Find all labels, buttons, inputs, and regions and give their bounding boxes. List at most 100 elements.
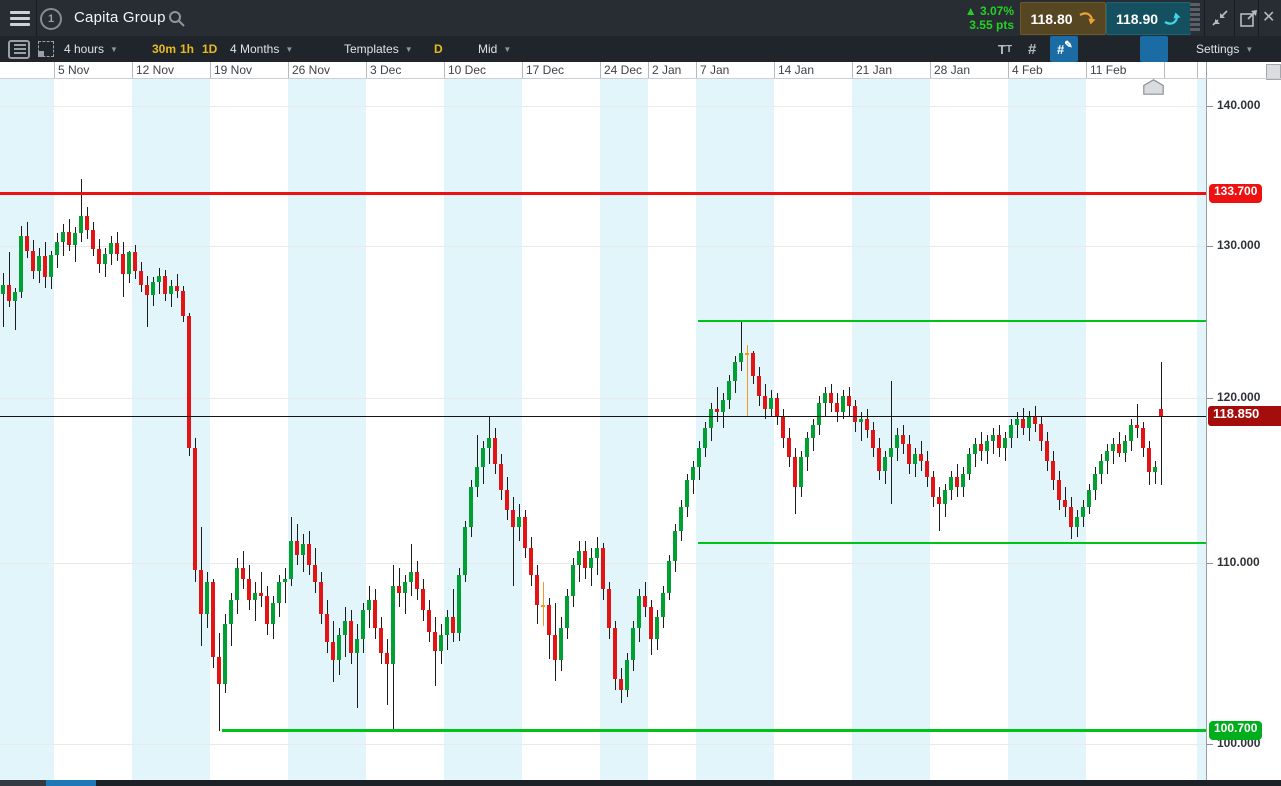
candle-body	[1, 284, 5, 294]
watchlist-panel-icon[interactable]	[8, 40, 30, 59]
candle-body	[1099, 460, 1103, 474]
candle-body	[49, 255, 53, 278]
week-separator	[210, 62, 211, 78]
candle-body	[1015, 418, 1019, 426]
candle-body	[997, 434, 1001, 448]
price-axis[interactable]: 140.000 130.000 120.000 110.000 100.000 133.7…	[1206, 62, 1281, 780]
candle-body	[691, 467, 695, 481]
collapse-window-icon[interactable]	[1210, 8, 1230, 28]
candle-wick	[992, 428, 994, 455]
candle-wick	[404, 575, 406, 614]
arrow-up-curved-icon	[1164, 12, 1181, 25]
horizontal-scrollbar[interactable]	[0, 780, 1281, 786]
search-icon[interactable]	[168, 10, 185, 27]
date-label: 4 Feb	[1012, 63, 1043, 77]
quick-period-1h[interactable]: 1h	[180, 36, 194, 62]
candle-body	[889, 447, 893, 458]
buy-price-button[interactable]: 118.90	[1106, 2, 1191, 35]
candle-wick	[1112, 438, 1114, 465]
candle-wick	[1160, 362, 1162, 486]
candle-body	[715, 409, 719, 413]
trading-app-window: 1 Capita Group ▲ 3.07% 3.55 pts 118.80 1…	[0, 0, 1281, 786]
candle-body	[1081, 507, 1085, 518]
price-mode-dropdown[interactable]: Mid ▼	[478, 36, 511, 62]
scroll-to-latest-marker-icon[interactable]	[1143, 79, 1164, 95]
chart-toolbar: 4 hours ▼ 30m 1h 1D 4 Months ▼ Templates ▼ …	[0, 36, 1281, 96]
candle-body	[589, 557, 593, 569]
templates-dropdown[interactable]: Templates ▼	[344, 36, 413, 62]
candle-body	[841, 396, 845, 413]
divider	[1234, 0, 1235, 36]
scrollbar-thumb[interactable]	[46, 780, 96, 786]
hamburger-menu-icon[interactable]	[10, 11, 30, 29]
price-tick	[1207, 106, 1213, 107]
candle-body	[301, 544, 305, 555]
candle-body	[403, 582, 407, 593]
week-band	[366, 79, 444, 780]
candle-body	[307, 544, 311, 565]
level-line	[698, 542, 1206, 544]
scrollbar-segment	[0, 780, 46, 786]
drag-grip-handle[interactable]	[1190, 3, 1200, 33]
candle-body	[487, 438, 491, 448]
candle-body	[361, 610, 365, 639]
text-tool-icon[interactable]: TT	[998, 36, 1012, 62]
date-label: 12 Nov	[136, 63, 175, 77]
grid-toggle-icon[interactable]: #	[1028, 36, 1036, 62]
candle-body	[469, 487, 473, 528]
candle-body	[289, 540, 293, 579]
candle-body	[397, 585, 401, 593]
candle-wick	[746, 345, 748, 416]
sell-price: 118.80	[1030, 10, 1073, 27]
candle-body	[817, 402, 821, 426]
candle-wick	[170, 280, 172, 308]
sell-price-button[interactable]: 118.80	[1020, 2, 1106, 35]
candle-body	[667, 561, 671, 593]
candle-body	[769, 398, 773, 410]
candle-body	[7, 284, 11, 301]
quick-period-1d[interactable]: 1D	[202, 36, 217, 62]
popout-window-icon[interactable]	[1239, 8, 1259, 28]
layout-select-icon[interactable]	[38, 41, 54, 57]
close-icon[interactable]: ✕	[1262, 7, 1275, 27]
settings-dropdown[interactable]: Settings ▼	[1196, 36, 1253, 62]
candle-body	[787, 438, 791, 458]
candle-body	[475, 467, 479, 488]
period-dropdown[interactable]: 4 hours ▼	[64, 36, 118, 62]
price-tick	[1207, 744, 1213, 745]
candle-body	[607, 589, 611, 629]
candle-body	[943, 490, 947, 504]
candle-body	[673, 530, 677, 562]
date-label: 28 Jan	[934, 63, 971, 77]
range-dropdown[interactable]: 4 Months ▼	[230, 36, 293, 62]
candle-wick	[284, 568, 286, 604]
candle-body	[91, 230, 95, 250]
week-separator	[522, 62, 523, 78]
up-triangle-icon: ▲	[964, 4, 977, 18]
candle-body	[847, 396, 851, 406]
candle-body	[535, 575, 539, 605]
candle-body	[583, 551, 587, 569]
quick-period-30m[interactable]: 30m	[152, 36, 176, 62]
candle-body	[637, 596, 641, 629]
candle-body	[1021, 418, 1025, 429]
window-number-badge: 1	[40, 8, 62, 30]
arrow-down-curved-icon	[1078, 12, 1096, 25]
candle-body	[571, 564, 575, 597]
week-band	[522, 79, 600, 780]
candle-period-badge[interactable]: D	[434, 36, 443, 62]
chevron-down-icon: ▼	[110, 44, 118, 54]
candle-wick	[356, 624, 358, 709]
week-band	[288, 79, 366, 780]
candle-body	[1147, 447, 1151, 473]
candle-body	[1141, 428, 1145, 448]
candle-body	[871, 429, 875, 448]
chart-plot[interactable]: 5 Nov 12 Nov 19 Nov 26 Nov 3 Dec 10 Dec 17 Dec…	[0, 62, 1206, 780]
candle-body	[565, 596, 569, 629]
price-label: 110.000	[1217, 555, 1260, 569]
grid-edit-tool-icon[interactable]: # ✎	[1057, 36, 1073, 62]
candle-body	[1135, 425, 1139, 429]
candle-body	[601, 547, 605, 590]
week-separator	[930, 62, 931, 78]
candle-body	[1069, 507, 1073, 528]
